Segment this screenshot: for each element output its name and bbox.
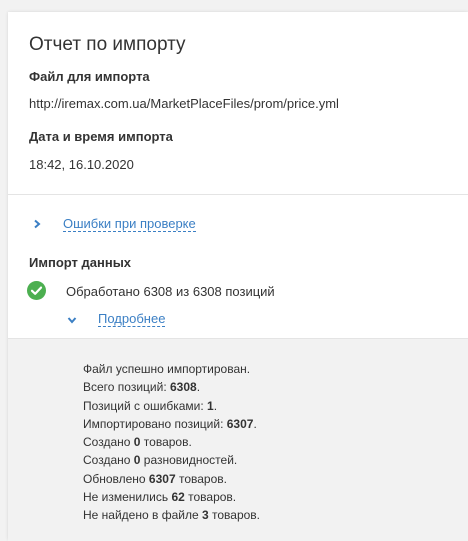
detail-unchanged: Не изменились 62 товаров. (83, 490, 237, 505)
details-toggle[interactable]: Подробнее (66, 311, 186, 329)
detail-errors: Позиций с ошибками: 1. (83, 398, 218, 413)
detail-updated: Обновлено 6307 товаров. (83, 471, 227, 486)
file-label: Файл для импорта (29, 69, 150, 84)
file-url: http://iremax.com.ua/MarketPlaceFiles/pr… (29, 96, 339, 111)
check-circle-icon (27, 281, 46, 300)
detail-variants: Создано 0 разновидностей. (83, 453, 238, 468)
section-divider (8, 194, 468, 195)
errors-toggle[interactable]: Ошибки при проверке (28, 216, 228, 234)
details-panel: Файл успешно импортирован. Всего позиций… (8, 338, 468, 541)
detail-created: Создано 0 товаров. (83, 435, 192, 450)
import-data-heading: Импорт данных (29, 255, 132, 270)
datetime-value: 18:42, 16.10.2020 (29, 157, 134, 172)
page-title: Отчет по импорту (29, 34, 186, 55)
detail-total: Всего позиций: 6308. (83, 380, 201, 395)
import-report-card: Отчет по импорту Файл для импорта http:/… (8, 12, 468, 541)
details-list: Файл успешно импортирован. Всего позиций… (83, 360, 260, 525)
processed-status: Обработано 6308 из 6308 позиций (66, 284, 275, 299)
errors-link[interactable]: Ошибки при проверке (63, 217, 196, 232)
datetime-label: Дата и время импорта (29, 129, 173, 144)
detail-success: Файл успешно импортирован. (83, 362, 251, 376)
chevron-right-icon (34, 219, 41, 229)
detail-notfound: Не найдено в файле 3 товаров. (83, 508, 260, 523)
detail-imported: Импортировано позиций: 6307. (83, 416, 257, 431)
details-link[interactable]: Подробнее (98, 312, 166, 327)
chevron-down-icon (67, 317, 77, 324)
